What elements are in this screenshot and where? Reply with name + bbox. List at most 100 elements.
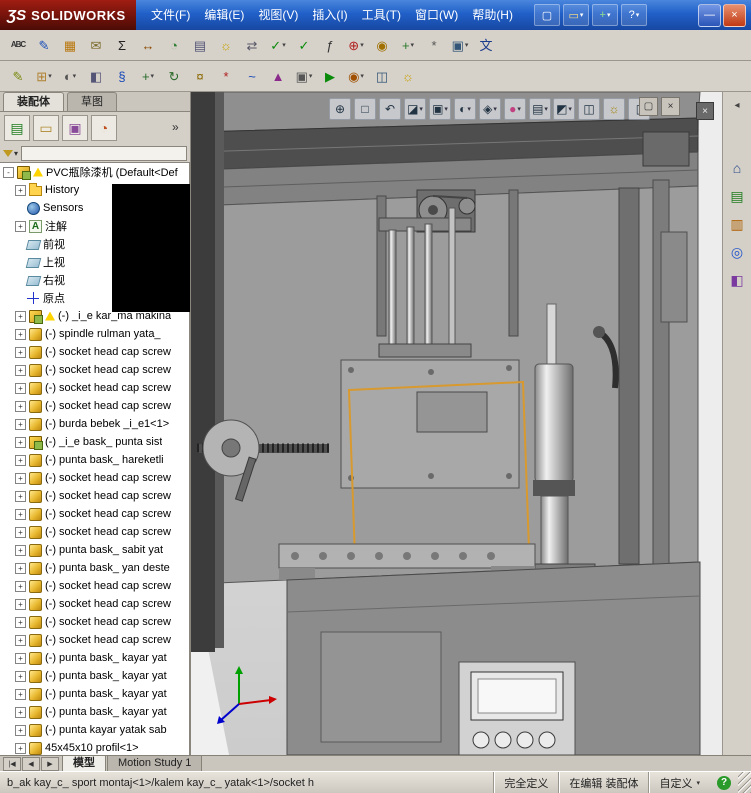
filter-funnel-icon[interactable] xyxy=(3,149,13,157)
tree-expander[interactable]: + xyxy=(15,652,26,664)
edit-appearance-icon[interactable]: ● ▾ xyxy=(504,98,526,120)
tree-item[interactable]: + (-) punta bask_ hareketli xyxy=(0,451,189,469)
resize-grip[interactable] xyxy=(738,772,751,793)
smart-fasteners-icon[interactable]: ¤ ▾ xyxy=(188,64,212,88)
tree-expander[interactable]: + xyxy=(15,382,26,394)
tree-expander[interactable]: + xyxy=(15,616,26,628)
tree-expander[interactable]: + xyxy=(15,598,26,610)
component-transparency-icon[interactable]: ◧ ▾ xyxy=(84,64,108,88)
center-fixture-plate[interactable] xyxy=(340,359,520,489)
rotate-component-icon[interactable]: ↻ ▾ xyxy=(162,64,186,88)
menu-item[interactable]: 工具(T) xyxy=(355,0,408,30)
menu-item[interactable]: 窗口(W) xyxy=(408,0,465,30)
next-tab-button[interactable]: ▶ xyxy=(41,756,59,771)
reorder-icon[interactable]: ⇄ ▾ xyxy=(240,33,264,57)
menu-item[interactable]: 视图(V) xyxy=(251,0,305,30)
featuremanager-tree-tab[interactable]: ▤ xyxy=(4,115,30,141)
options-gear-icon[interactable]: * ▾ xyxy=(422,33,446,57)
previous-view-icon[interactable]: ↶ ▾ xyxy=(379,98,401,120)
design-table-icon[interactable]: ▦ ▾ xyxy=(58,33,82,57)
tree-expander[interactable]: + xyxy=(15,580,26,592)
camera-view-icon[interactable]: ◫ ▾ xyxy=(370,64,394,88)
assembly-features-icon[interactable]: ▣ ▾ xyxy=(292,64,316,88)
publish-edrawing-icon[interactable]: ✉ ▾ xyxy=(84,33,108,57)
minimize-button[interactable]: — xyxy=(698,3,721,27)
tree-expander[interactable]: + xyxy=(15,400,26,412)
tree-expander[interactable]: + xyxy=(15,436,26,448)
tree-expander[interactable]: + xyxy=(15,346,26,358)
filter-dropdown-icon[interactable]: ▾ xyxy=(14,149,18,158)
tab-model[interactable]: 模型 xyxy=(62,755,106,771)
deviation-icon[interactable]: ▣ ▾ xyxy=(448,33,472,57)
tree-expander[interactable]: + xyxy=(15,634,26,646)
tree-expander[interactable]: + xyxy=(15,562,26,574)
3d-scene[interactable] xyxy=(191,92,722,755)
tree-item[interactable]: - PVC瓶除漆机 (Default<Def xyxy=(0,163,189,181)
design-library-icon[interactable]: ▤ xyxy=(726,185,748,207)
exploded-view-icon[interactable]: * ▾ xyxy=(214,64,238,88)
panel-overflow-chevron[interactable]: » xyxy=(172,120,179,134)
tree-expander[interactable]: + xyxy=(15,490,26,502)
tree-item[interactable]: + (-) _i_e bask_ punta sist xyxy=(0,433,189,451)
tree-expander[interactable]: - xyxy=(3,166,14,178)
tree-item[interactable]: + (-) burda bebek _i_e1<1> xyxy=(0,415,189,433)
language-icon[interactable]: 文 ▾ xyxy=(474,33,498,57)
tab-assembly[interactable]: 装配体 xyxy=(3,92,64,111)
tree-expander[interactable]: + xyxy=(15,544,26,556)
tree-expander[interactable]: + xyxy=(15,472,26,484)
menu-item[interactable]: 帮助(H) xyxy=(465,0,520,30)
view-orientation-icon[interactable]: ▣ ▾ xyxy=(429,98,451,120)
tree-expander[interactable]: + xyxy=(15,724,26,736)
section-view-icon[interactable]: ◪ ▾ xyxy=(404,98,426,120)
tree-expander[interactable]: + xyxy=(15,688,26,700)
display-style-icon[interactable]: ◐ ▾ xyxy=(454,98,476,120)
control-panel[interactable] xyxy=(458,661,576,755)
hide-component-icon[interactable]: ◐ ▾ xyxy=(58,64,82,88)
status-help-icon[interactable]: ? xyxy=(717,775,731,790)
interference-detection-icon[interactable]: ▲ ▾ xyxy=(266,64,290,88)
tree-item[interactable]: + (-) punta bask_ yan deste xyxy=(0,559,189,577)
toolbox-icon[interactable]: + ▾ xyxy=(591,4,618,26)
tree-expander[interactable]: + xyxy=(15,454,26,466)
tree-expander[interactable]: + xyxy=(15,184,26,196)
hide-show-items-icon[interactable]: ◈ ▾ xyxy=(479,98,501,120)
measure-icon[interactable]: ↔ ▾ xyxy=(136,33,160,57)
tree-expander[interactable]: + xyxy=(15,220,26,232)
edit-component-icon[interactable]: ✎ ▾ xyxy=(6,64,30,88)
scene-light-icon[interactable]: ☼ ▾ xyxy=(396,64,420,88)
tab-sketch[interactable]: 草图 xyxy=(67,92,117,111)
zoom-area-icon[interactable]: □ ▾ xyxy=(354,98,376,120)
tree-item[interactable]: + (-) punta kayar yatak sab xyxy=(0,721,189,739)
scene-lights-icon[interactable]: ☼ ▾ xyxy=(603,98,625,120)
first-tab-button[interactable]: |◀ xyxy=(3,756,21,771)
new-document-icon[interactable]: ▢ ▾ xyxy=(533,4,560,26)
tree-item[interactable]: + (-) spindle rulman yata_ xyxy=(0,325,189,343)
simulation-icon[interactable]: ⊕ ▾ xyxy=(344,33,368,57)
task-pane-collapse-icon[interactable]: ◂ xyxy=(734,100,739,111)
tree-expander[interactable]: + xyxy=(15,364,26,376)
tree-item[interactable]: + (-) socket head cap screw xyxy=(0,613,189,631)
sensor-icon[interactable]: ◉ ▾ xyxy=(370,33,394,57)
tree-item[interactable]: + (-) punta bask_ kayar yat xyxy=(0,685,189,703)
tree-item[interactable]: + (-) socket head cap screw xyxy=(0,523,189,541)
close-document-button[interactable]: × xyxy=(661,97,680,116)
menu-item[interactable]: 文件(F) xyxy=(144,0,197,30)
verify-sketch-icon[interactable]: ✓ ▾ xyxy=(292,33,316,57)
tree-item[interactable]: + (-) socket head cap screw xyxy=(0,505,189,523)
tree-expander[interactable]: + xyxy=(15,310,26,322)
tree-item[interactable]: + (-) socket head cap screw xyxy=(0,361,189,379)
prev-tab-button[interactable]: ◀ xyxy=(22,756,40,771)
tree-item[interactable]: + (-) punta bask_ kayar yat xyxy=(0,667,189,685)
menu-item[interactable]: 插入(I) xyxy=(305,0,354,30)
insert-component-icon[interactable]: ⊞ ▾ xyxy=(32,64,56,88)
restore-document-button[interactable]: ▢ xyxy=(639,97,658,116)
mate-icon[interactable]: § ▾ xyxy=(110,64,134,88)
tree-item[interactable]: + (-) socket head cap screw xyxy=(0,487,189,505)
explode-lines-icon[interactable]: ~ ▾ xyxy=(240,64,264,88)
tree-expander[interactable]: + xyxy=(15,418,26,430)
tree-item[interactable]: + (-) socket head cap screw xyxy=(0,343,189,361)
tree-expander[interactable]: + xyxy=(15,742,26,754)
lights-icon[interactable]: ☼ ▾ xyxy=(214,33,238,57)
tree-item[interactable]: + (-) socket head cap screw xyxy=(0,469,189,487)
zoom-fit-icon[interactable]: ⊕ ▾ xyxy=(329,98,351,120)
